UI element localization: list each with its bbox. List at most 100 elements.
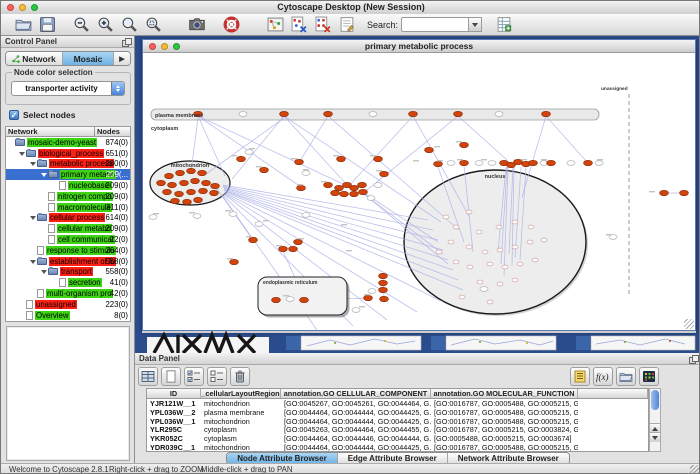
tree-row-establishment-of-lo[interactable]: establishment of lo558(0) xyxy=(6,256,130,267)
tree-header: Network Nodes xyxy=(5,126,131,137)
scrollbar-thumb[interactable] xyxy=(651,390,659,410)
layout-b-button[interactable] xyxy=(313,15,333,35)
network-canvas[interactable]: plasma membranecytoplasmmitochondrionnuc… xyxy=(143,53,695,330)
tree-row-cellular-process[interactable]: cellular process614(0) xyxy=(6,213,130,224)
tab-network[interactable]: Network xyxy=(6,52,63,65)
window-resize-grip[interactable] xyxy=(684,319,694,329)
tree-row-cell-communicat[interactable]: cell communicat22(0) xyxy=(6,234,130,245)
tree-row-response-to-stimulu[interactable]: response to stimulu264(0) xyxy=(6,245,130,256)
annotation-button[interactable] xyxy=(337,15,357,35)
table-row[interactable]: YPL036W__2plasma membrane[GO:0044464, GO… xyxy=(147,408,648,417)
illegible-node-label xyxy=(321,181,327,182)
scroll-down-button[interactable] xyxy=(650,432,660,442)
tree-label: multi-organism pro xyxy=(46,289,113,298)
tree-row-metabolic-process[interactable]: metabolic process280(0) xyxy=(6,159,130,170)
gene-node xyxy=(496,225,502,229)
expand-arrow-icon[interactable] xyxy=(19,150,26,157)
tree-header-network[interactable]: Network xyxy=(6,127,95,136)
tree-row-multi-organism-pro[interactable]: multi-organism pro42(0) xyxy=(6,288,130,299)
float-panel-icon[interactable] xyxy=(122,38,130,46)
selected-gene-node xyxy=(176,170,185,175)
zoom-selected-button[interactable] xyxy=(143,15,163,35)
table-cell: [GO:0016787, GO:0005488, GO:0005215, G..… xyxy=(431,443,578,452)
tree-row-nucleobase-[interactable]: nucleobase-209(0) xyxy=(6,180,130,191)
expand-arrow-icon[interactable] xyxy=(30,160,37,167)
select-attributes-button[interactable] xyxy=(138,367,158,386)
column-header[interactable]: ID xyxy=(147,389,201,398)
gene-node xyxy=(475,161,483,166)
table-row[interactable]: YLR295Ccytoplasm[GO:0045263, GO:0044464,… xyxy=(147,425,648,434)
tree-row-nitrogen-compo[interactable]: nitrogen compo209(0) xyxy=(6,191,130,202)
table-row[interactable]: YDR039C__1mitochondrion[GO:0044464, GO:0… xyxy=(147,443,648,452)
column-header[interactable]: annotation.GO CELLULAR_COMPONENT xyxy=(281,389,431,398)
table-row[interactable]: YPL036W__1mitochondrion[GO:0044464, GO:0… xyxy=(147,417,648,426)
unselect-all-attributes-button[interactable] xyxy=(207,367,227,386)
table-cell: [GO:0044464, GO:0044444, GO:0044425, G..… xyxy=(281,443,431,452)
doc-icon xyxy=(26,311,33,320)
illegible-node-label xyxy=(364,294,370,295)
node-color-selection-label: Node color selection xyxy=(12,68,95,77)
selected-gene-node xyxy=(168,182,177,187)
zoom-in-button[interactable] xyxy=(95,15,115,35)
attribute-list-button[interactable] xyxy=(570,367,590,386)
tree-row-mosaic-demo-yeast[interactable]: mosaic-demo-yeast874(0) xyxy=(6,137,130,148)
gene-node xyxy=(302,213,310,218)
overview-plugin-button[interactable] xyxy=(265,15,285,35)
expand-arrow-icon[interactable] xyxy=(30,214,37,221)
search-input[interactable] xyxy=(401,17,469,32)
tree-row-cellular-metabo[interactable]: cellular metabo209(0) xyxy=(6,223,130,234)
tree-row-secretion[interactable]: secretion41(0) xyxy=(6,277,130,288)
tree-row-transport[interactable]: transport558(0) xyxy=(6,267,130,278)
expand-arrow-icon[interactable] xyxy=(41,171,48,178)
node-color-dropdown[interactable]: transporter activity xyxy=(11,81,125,96)
import-attributes-button[interactable] xyxy=(494,15,514,35)
tree-row-primary-metabo[interactable]: primary metabo209(... xyxy=(6,169,130,180)
network-window-titlebar[interactable]: primary metabolic process xyxy=(143,40,695,53)
zoom-out-button[interactable] xyxy=(71,15,91,35)
delete-attribute-button[interactable] xyxy=(230,367,250,386)
table-row[interactable]: YKR052Ccytoplasm[GO:0044464, GO:0044446,… xyxy=(147,434,648,443)
selected-gene-node xyxy=(331,190,340,195)
table-cell: plasma membrane xyxy=(201,408,281,417)
tree-row-biological-process[interactable]: biological_process651(0) xyxy=(6,148,130,159)
expand-arrow-icon[interactable] xyxy=(30,258,37,265)
tree-row-overview[interactable]: Overview8(0) xyxy=(6,310,130,321)
table-cell: [GO:0044464, GO:0044444, GO:0044425, G..… xyxy=(281,417,431,426)
matrix-view-button[interactable] xyxy=(639,367,659,386)
tree-header-nodes[interactable]: Nodes xyxy=(95,127,130,136)
tree-row-unassigned[interactable]: unassigned223(0) xyxy=(6,299,130,310)
selected-gene-node xyxy=(335,185,344,190)
arrow-down-icon xyxy=(652,436,658,440)
import-table-button[interactable] xyxy=(616,367,636,386)
layout-a-button[interactable] xyxy=(289,15,309,35)
app-resize-grip[interactable] xyxy=(690,465,700,474)
table-scrollbar[interactable] xyxy=(649,388,661,452)
tree-row-macromolecule[interactable]: macromolecule311(0) xyxy=(6,202,130,213)
column-header-empty[interactable] xyxy=(578,389,648,398)
save-session-button[interactable] xyxy=(37,15,57,35)
gene-node xyxy=(447,161,455,166)
birds-eye-view[interactable] xyxy=(6,326,130,461)
formula-builder-button[interactable]: f(x) xyxy=(593,367,613,386)
zoom-fit-button[interactable] xyxy=(119,15,139,35)
search-label: Search: xyxy=(367,20,398,30)
illegible-node-label xyxy=(283,295,289,296)
search-dropdown-button[interactable] xyxy=(469,17,482,32)
open-session-button[interactable] xyxy=(13,15,33,35)
gene-node xyxy=(528,225,534,229)
network-view-window[interactable]: primary metabolic process plasma membran… xyxy=(142,39,696,331)
snapshot-button[interactable] xyxy=(187,15,207,35)
expand-arrow-icon[interactable] xyxy=(41,268,48,275)
column-header[interactable]: annotation.GO MOLECULAR_FUNCTION xyxy=(431,389,578,398)
tab-overflow-button[interactable]: ▶ xyxy=(114,52,130,65)
new-attribute-button[interactable] xyxy=(161,367,181,386)
table-row[interactable]: YJR121W__1mitochondrion[GO:0045267, GO:0… xyxy=(147,399,648,408)
select-all-attributes-button[interactable] xyxy=(184,367,204,386)
float-panel-icon[interactable] xyxy=(689,355,697,363)
column-header[interactable]: _cellularLayoutRegion xyxy=(201,389,281,398)
select-nodes-checkbox[interactable]: ✓ xyxy=(9,110,19,120)
gene-node xyxy=(374,183,382,188)
help-button[interactable] xyxy=(221,15,241,35)
doc-icon xyxy=(26,300,33,309)
tab-mosaic[interactable]: Mosaic xyxy=(63,52,114,65)
